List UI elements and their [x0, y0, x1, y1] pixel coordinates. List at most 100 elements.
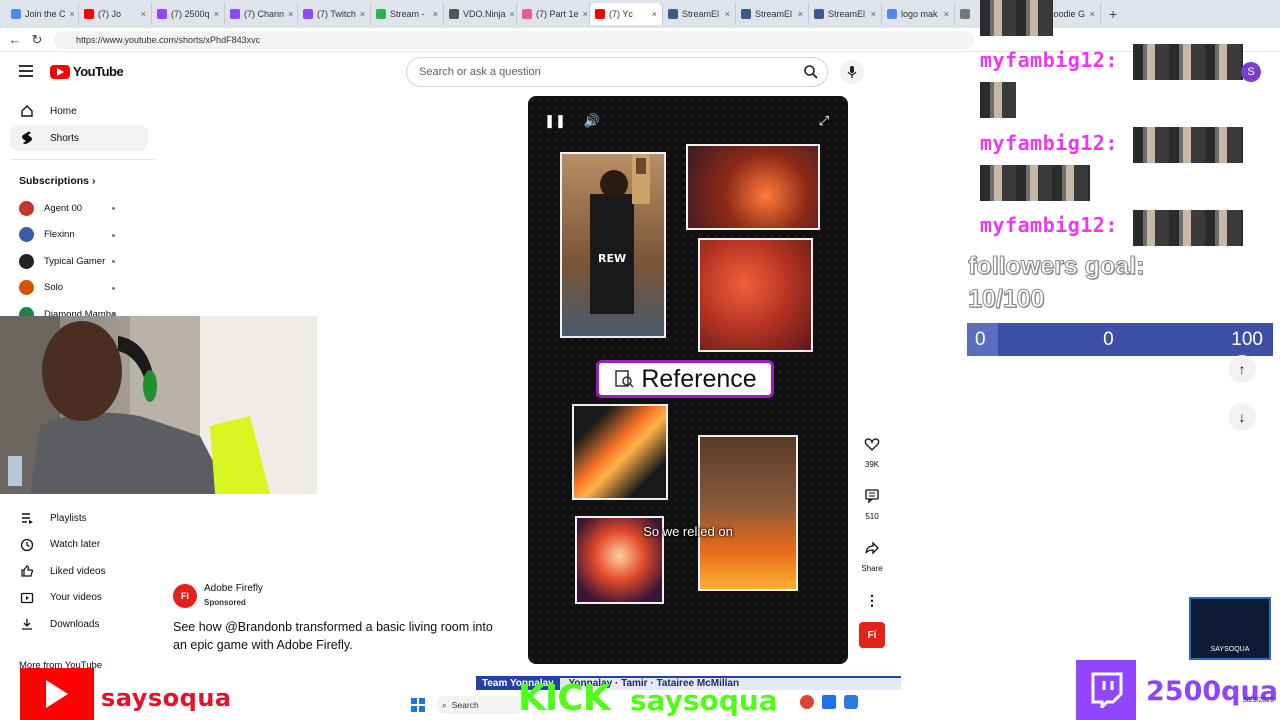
screen: Join the C × (7) Jo × (7) 2500q × (7) Chann × (7…: [0, 0, 1280, 720]
followers-goal-value: 10/100: [967, 285, 1045, 314]
sidebar-item-label: Downloads: [50, 618, 100, 630]
goal-bar-end: 100: [1231, 328, 1263, 350]
close-tab-icon[interactable]: ×: [798, 9, 803, 19]
tab-favicon-icon: [887, 9, 897, 19]
sidebar-item-watch-later[interactable]: Watch later: [10, 532, 148, 558]
close-tab-icon[interactable]: ×: [871, 9, 876, 19]
browser-tab[interactable]: StreamEl ×: [663, 3, 736, 25]
app-icon[interactable]: [844, 695, 858, 709]
youtube-logo-text: YouTube: [73, 64, 124, 79]
back-icon[interactable]: ←: [8, 32, 22, 47]
tab-favicon-icon: [449, 9, 459, 19]
shorts-icon: [22, 131, 32, 144]
browser-tab[interactable]: (7) Chann ×: [225, 3, 298, 25]
browser-tab[interactable]: (7) Twitch ×: [298, 3, 371, 25]
tab-favicon-icon: [814, 9, 824, 19]
tab-label: StreamEl: [682, 9, 720, 19]
url-field[interactable]: https://www.youtube.com/shorts/xPhdF843x…: [54, 30, 974, 49]
shorts-video-player[interactable]: ❚❚ 🔊 ⤢ REW Reference So we relied on: [528, 96, 848, 664]
hamburger-menu-icon[interactable]: [19, 65, 33, 77]
more-options-button[interactable]: ⋮: [858, 586, 886, 614]
sidebar-item-shorts[interactable]: Shorts: [10, 125, 148, 151]
browser-tab[interactable]: (7) Jo ×: [79, 3, 152, 25]
tab-favicon-icon: [84, 9, 94, 19]
browser-tab[interactable]: (7) 2500q ×: [152, 3, 225, 25]
sidebar-item-home[interactable]: Home: [10, 98, 148, 124]
pause-icon[interactable]: ❚❚: [542, 108, 568, 134]
close-tab-icon[interactable]: ×: [214, 9, 219, 19]
like-button[interactable]: 39K: [858, 430, 886, 469]
search-input[interactable]: Search or ask a question: [406, 57, 828, 87]
youtube-logo[interactable]: YouTube: [50, 64, 124, 79]
subscription-item[interactable]: Typical Gamer: [19, 250, 139, 272]
firefly-logo-icon: Fi: [859, 622, 885, 648]
previous-short-button[interactable]: ↑: [1228, 355, 1256, 383]
close-tab-icon[interactable]: ×: [70, 9, 75, 19]
reference-label: Reference: [641, 364, 757, 393]
browser-tab[interactable]: Stream - ×: [371, 3, 444, 25]
close-tab-icon[interactable]: ×: [433, 9, 438, 19]
browser-tab[interactable]: (7) Yc ×: [590, 3, 663, 25]
comments-button[interactable]: 510: [858, 482, 886, 521]
tab-favicon-icon: [595, 9, 605, 19]
share-icon: [865, 541, 879, 555]
tab-favicon-icon: [522, 9, 532, 19]
live-dot-icon: [112, 286, 115, 290]
ad-description[interactable]: See how @Brandonb transformed a basic li…: [173, 618, 503, 654]
browser-tab[interactable]: logo mak ×: [882, 3, 955, 25]
windows-start-icon[interactable]: [410, 697, 426, 713]
subscription-item[interactable]: Flexinn: [19, 224, 139, 246]
more-vertical-icon: ⋮: [865, 591, 879, 608]
reference-label-box: Reference: [596, 360, 774, 398]
close-tab-icon[interactable]: ×: [944, 9, 949, 19]
browser-tab[interactable]: Join the C ×: [6, 3, 79, 25]
subscription-item[interactable]: Agent 00: [19, 197, 139, 219]
sidebar-item-your-videos[interactable]: Your videos: [10, 585, 148, 611]
firefly-sound-button[interactable]: Fi: [858, 622, 886, 648]
sidebar-item-playlists[interactable]: Playlists: [10, 505, 148, 531]
close-tab-icon[interactable]: ×: [725, 9, 730, 19]
close-tab-icon[interactable]: ×: [510, 9, 515, 19]
browser-tab-bar: Join the C × (7) Jo × (7) 2500q × (7) Chann × (7…: [0, 0, 1280, 28]
adobe-firefly-logo[interactable]: Fi: [173, 584, 197, 608]
reload-icon[interactable]: ↻: [30, 32, 44, 48]
app-icon[interactable]: [822, 695, 836, 709]
close-tab-icon[interactable]: ×: [141, 9, 146, 19]
chat-emote: [980, 82, 1016, 118]
sidebar-item-label: Home: [50, 105, 77, 117]
voice-search-button[interactable]: [840, 60, 864, 84]
taskbar-search[interactable]: ⌕ Search: [436, 696, 526, 714]
close-tab-icon[interactable]: ×: [652, 9, 657, 19]
next-short-button[interactable]: ↓: [1228, 403, 1256, 431]
browser-tab[interactable]: VDO.Ninja ×: [444, 3, 517, 25]
subscription-item[interactable]: Solo: [19, 277, 139, 299]
chrome-app-icon[interactable]: [800, 695, 814, 709]
browser-tab[interactable]: StreamEl ×: [809, 3, 882, 25]
browser-tab[interactable]: StreamEl ×: [736, 3, 809, 25]
subscription-label: Agent 00: [44, 202, 83, 214]
kick-logo-text: KICK: [518, 678, 611, 719]
subscriptions-heading[interactable]: Subscriptions ›: [19, 175, 95, 187]
tab-label: StreamEl: [755, 9, 793, 19]
sidebar-item-liked-videos[interactable]: Liked videos: [10, 558, 148, 584]
tab-favicon-icon: [157, 9, 167, 19]
close-tab-icon[interactable]: ×: [1090, 9, 1095, 19]
tab-label: (7) Yc: [609, 9, 633, 19]
search-icon[interactable]: [803, 64, 819, 80]
close-tab-icon[interactable]: ×: [288, 9, 293, 19]
share-button[interactable]: Share: [858, 534, 886, 573]
close-tab-icon[interactable]: ×: [360, 9, 365, 19]
volume-icon[interactable]: 🔊: [579, 108, 605, 134]
close-tab-icon[interactable]: ×: [583, 9, 588, 19]
new-tab-icon[interactable]: +: [1109, 6, 1117, 22]
account-avatar[interactable]: S: [1241, 62, 1261, 82]
tab-label: (7) Twitch: [317, 9, 356, 19]
tab-label: Stream -: [390, 9, 425, 19]
chat-message: myfambig12:: [980, 48, 1118, 72]
chat-emote: [980, 165, 1090, 201]
browser-tab[interactable]: (7) Part 1e ×: [517, 3, 590, 25]
fullscreen-icon[interactable]: ⤢: [811, 108, 837, 134]
ad-channel-name[interactable]: Adobe Firefly: [204, 583, 263, 594]
sidebar-item-downloads[interactable]: Downloads: [10, 611, 148, 637]
clock-icon: [20, 538, 34, 551]
